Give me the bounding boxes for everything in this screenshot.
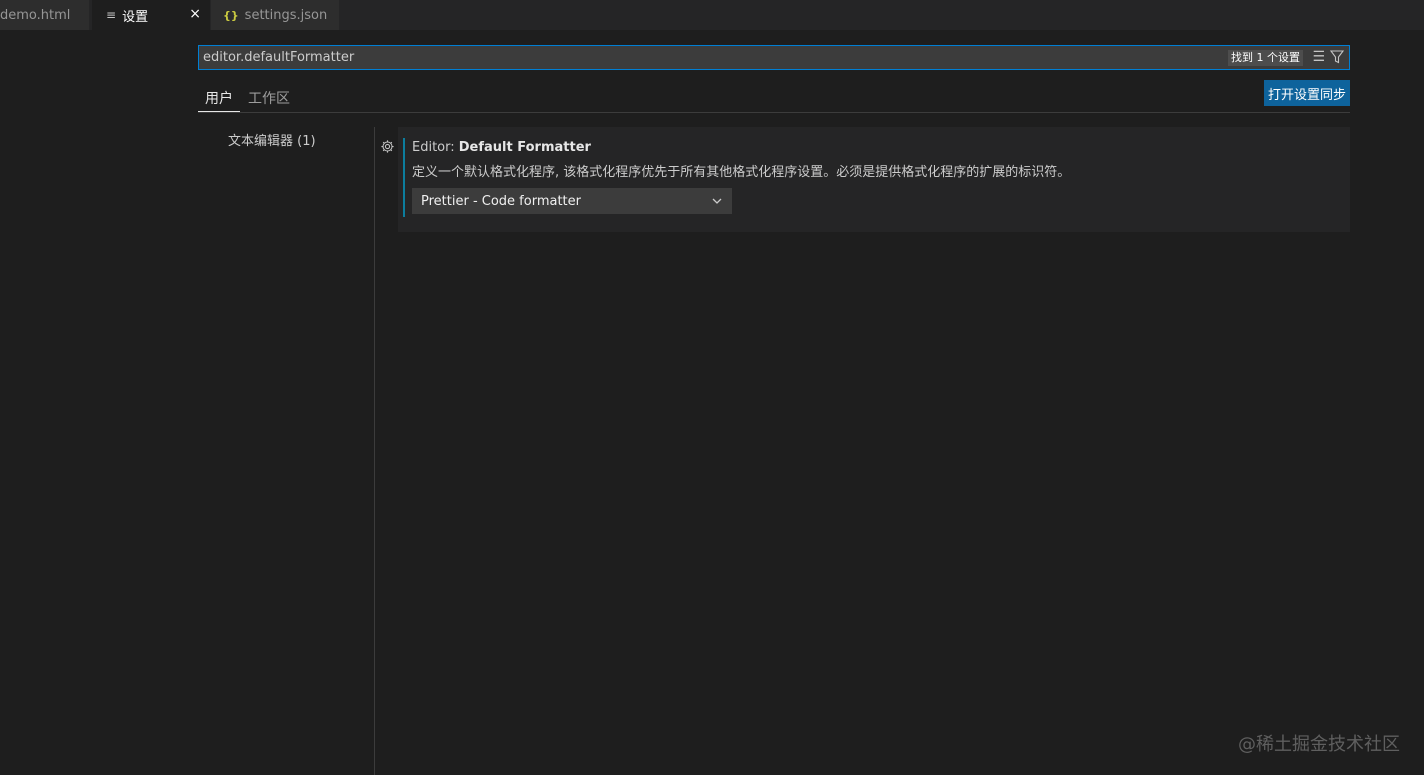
tab-label: settings.json bbox=[244, 7, 328, 23]
settings-editor-icon: ≡ bbox=[106, 8, 117, 22]
setting-name: Default Formatter bbox=[458, 140, 591, 155]
selected-value: Prettier - Code formatter bbox=[421, 193, 581, 209]
toc-item-text-editor[interactable]: 文本编辑器 (1) bbox=[228, 130, 316, 149]
scope-tabs: 用户 工作区 bbox=[198, 84, 1350, 114]
filter-icon[interactable] bbox=[1329, 49, 1345, 65]
clear-filter-icon[interactable]: ☰ bbox=[1312, 49, 1325, 65]
toc-divider bbox=[374, 127, 375, 775]
tab-demo-html[interactable]: demo.html bbox=[0, 0, 89, 30]
result-count-badge: 找到 1 个设置 bbox=[1228, 50, 1303, 66]
tab-label: demo.html bbox=[0, 7, 71, 23]
tab-settings[interactable]: ≡ 设置 × bbox=[92, 0, 210, 30]
close-icon[interactable]: × bbox=[189, 6, 201, 22]
json-file-icon: {} bbox=[223, 8, 239, 22]
setting-description: 定义一个默认格式化程序, 该格式化程序优先于所有其他格式化程序设置。必须是提供格… bbox=[412, 165, 1071, 180]
open-settings-sync-button[interactable]: 打开设置同步 bbox=[1264, 80, 1350, 106]
tab-label: 设置 bbox=[122, 9, 149, 25]
tab-workspace[interactable]: 工作区 bbox=[248, 88, 290, 108]
tab-user[interactable]: 用户 bbox=[205, 88, 233, 108]
editor-tab-bar: demo.html ≡ 设置 × {} settings.json bbox=[0, 0, 1424, 30]
gear-icon[interactable] bbox=[380, 139, 395, 154]
divider bbox=[198, 112, 1350, 113]
watermark: @稀土掘金技术社区 bbox=[1238, 734, 1400, 755]
default-formatter-select[interactable]: Prettier - Code formatter bbox=[412, 188, 732, 214]
setting-category: Editor: bbox=[412, 140, 459, 155]
chevron-down-icon bbox=[712, 198, 722, 204]
modified-indicator bbox=[403, 138, 405, 217]
tab-settings-json[interactable]: {} settings.json bbox=[211, 0, 339, 30]
settings-search-box[interactable]: 找到 1 个设置 ☰ bbox=[198, 45, 1350, 70]
setting-title: Editor: Default Formatter bbox=[412, 140, 591, 155]
search-input[interactable] bbox=[203, 46, 1203, 69]
